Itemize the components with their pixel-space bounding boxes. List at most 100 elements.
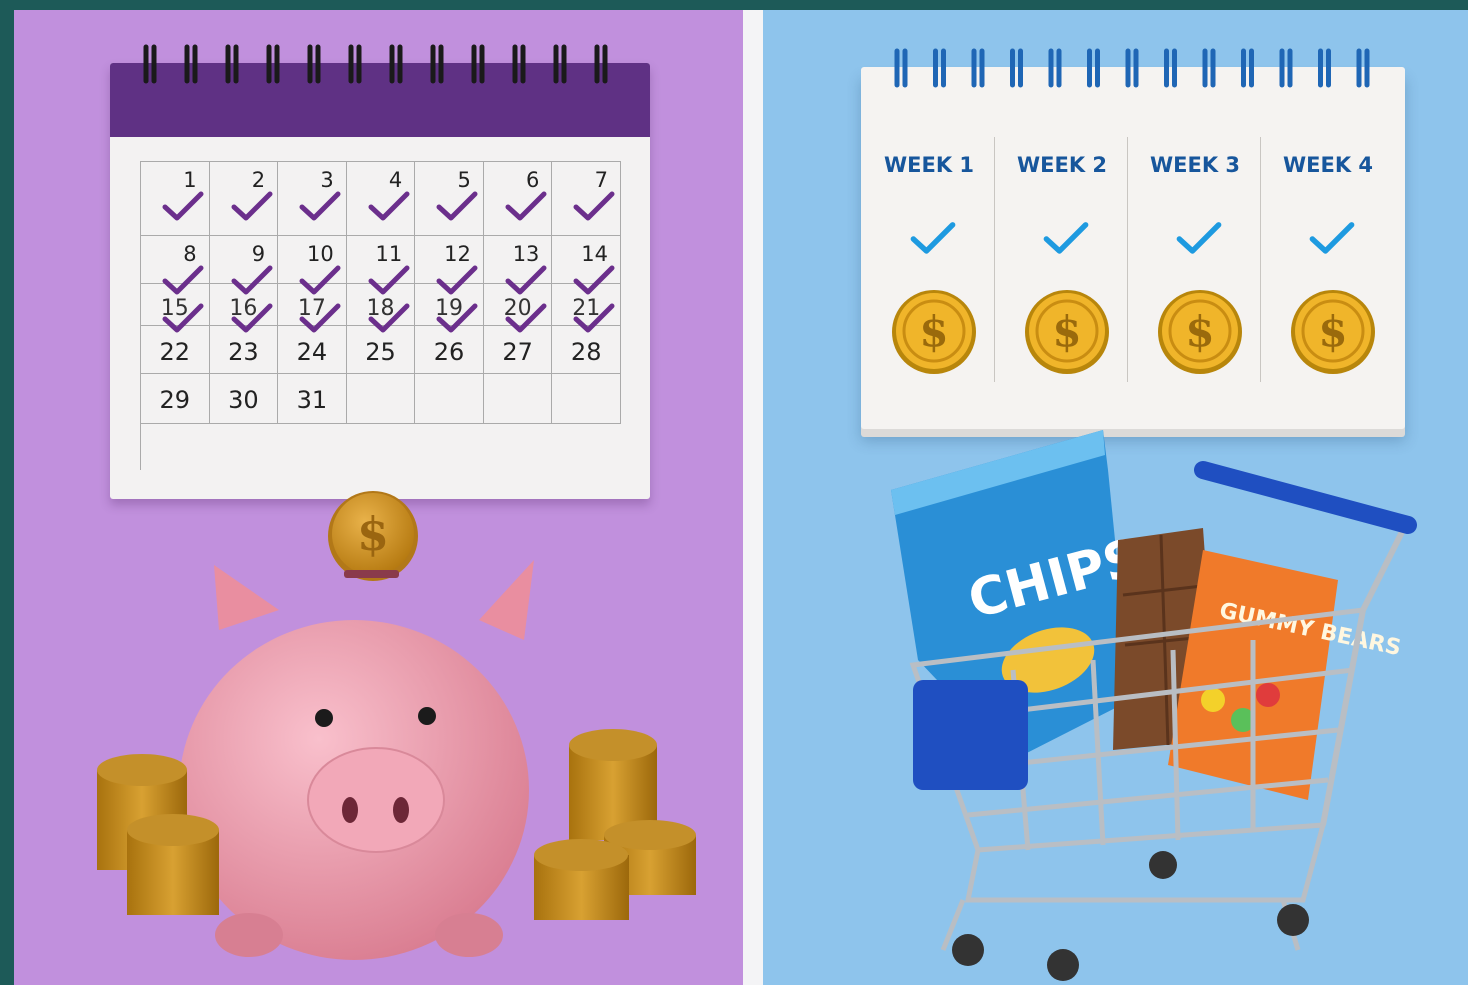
calendar-day: 12 xyxy=(415,236,484,295)
check-icon xyxy=(505,191,547,221)
day-number: 5 xyxy=(457,168,471,192)
calendar-day: 29 xyxy=(141,374,210,424)
coin-symbol: $ xyxy=(1052,307,1081,356)
coin-symbol: $ xyxy=(1318,307,1347,356)
day-number: 23 xyxy=(228,338,259,366)
day-number: 30 xyxy=(228,386,259,414)
column-divider xyxy=(994,137,995,382)
day-number: 22 xyxy=(159,338,191,366)
calendar-day: 23 xyxy=(209,326,279,374)
week-column: WEEK 1 $ xyxy=(863,139,995,379)
column-divider xyxy=(1127,137,1128,382)
calendar-day: 9 xyxy=(209,236,279,295)
calendar-day: 24 xyxy=(278,326,347,374)
day-number: 29 xyxy=(159,386,191,414)
monthly-calendar: 1 2 3 4 5 6 7 8 9 10 11 12 13 14 15 16 17 18 19 20 21 22 23 24 2… xyxy=(110,44,650,499)
calendar-day xyxy=(346,374,416,424)
calendar-day: 14 xyxy=(552,236,621,295)
piggy-bank-scene: $ xyxy=(97,491,696,960)
calendar-day: 4 xyxy=(346,162,416,236)
calendar-day: 27 xyxy=(483,326,553,374)
calendar-day: 18 xyxy=(346,284,416,333)
spiral-binding xyxy=(894,48,1370,88)
coin-icon: $ xyxy=(892,290,976,374)
coin-icon: $ xyxy=(328,491,418,581)
day-number: 14 xyxy=(581,242,608,266)
coin-symbol: $ xyxy=(1185,307,1214,356)
calendar-day xyxy=(552,374,621,424)
calendar-day: 5 xyxy=(415,162,484,236)
calendar-day: 16 xyxy=(209,284,279,333)
calendar-day: 15 xyxy=(141,284,210,333)
calendar-day xyxy=(483,374,553,424)
check-icon xyxy=(1176,222,1222,254)
coin-symbol: $ xyxy=(919,307,948,356)
check-icon xyxy=(436,191,478,221)
calendar-day: 20 xyxy=(483,284,553,333)
spiral-binding xyxy=(143,44,608,84)
day-number: 2 xyxy=(251,168,266,192)
coin-symbol: $ xyxy=(357,507,389,561)
week-column: WEEK 3 $ xyxy=(1129,139,1261,379)
day-number: 8 xyxy=(183,242,197,266)
calendar-day: 21 xyxy=(552,284,621,333)
check-icon xyxy=(910,222,956,254)
calendar-day: 26 xyxy=(415,326,484,374)
check-icon xyxy=(573,191,615,221)
day-number: 11 xyxy=(375,242,403,266)
calendar-day: 28 xyxy=(552,326,621,374)
day-number: 12 xyxy=(444,242,471,266)
coin-icon: $ xyxy=(1291,290,1375,374)
calendar-day xyxy=(415,374,484,424)
calendar-day: 25 xyxy=(346,326,416,374)
day-number: 7 xyxy=(594,168,608,192)
coin-icon: $ xyxy=(1158,290,1242,374)
calendar-day: 1 xyxy=(141,162,210,236)
calendar-day: 30 xyxy=(209,374,279,424)
day-number: 31 xyxy=(296,386,328,414)
calendar-day: 17 xyxy=(278,284,347,333)
check-icon xyxy=(162,191,204,221)
coin-icon: $ xyxy=(1025,290,1109,374)
calendar-day: 31 xyxy=(278,374,347,424)
check-icon xyxy=(299,191,341,221)
week-column: WEEK 4 $ xyxy=(1262,139,1394,379)
day-number: 26 xyxy=(433,338,465,366)
calendar-day: 7 xyxy=(552,162,621,236)
day-number: 1 xyxy=(183,168,197,192)
calendar-day: 22 xyxy=(141,326,210,374)
day-number: 9 xyxy=(251,242,266,266)
check-icon xyxy=(368,191,410,221)
coin-stack-right xyxy=(534,729,696,920)
day-number: 25 xyxy=(365,338,396,366)
calendar-day: 6 xyxy=(483,162,553,236)
weekly-calendar: WEEK 1 $ WEEK 2 $ WEEK 3 $ WEEK 4 $ xyxy=(861,48,1405,429)
calendar-day: 3 xyxy=(278,162,347,236)
left-panel: 1 2 3 4 5 6 7 8 9 10 11 12 13 14 15 16 17 18 19 20 21 22 23 24 2… xyxy=(14,10,743,985)
cart-handle xyxy=(1194,461,1417,534)
calendar-day: 10 xyxy=(278,236,347,295)
day-number: 28 xyxy=(570,338,602,366)
shopping-cart-scene: CHIPS GUMMY BEARS xyxy=(891,430,1417,981)
week-label: WEEK 1 xyxy=(883,153,975,177)
calendar-day: 19 xyxy=(415,284,484,333)
day-number: 13 xyxy=(512,242,540,266)
piggy-bank-icon xyxy=(179,560,534,960)
check-icon xyxy=(1043,222,1089,254)
week-column: WEEK 2 $ xyxy=(996,139,1128,379)
calendar-day: 13 xyxy=(483,236,553,295)
calendar-day: 11 xyxy=(346,236,416,295)
week-label: WEEK 2 xyxy=(1016,153,1108,177)
right-panel: WEEK 1 $ WEEK 2 $ WEEK 3 $ WEEK 4 $ CHIPS GUMMY… xyxy=(763,10,1468,985)
panel-divider xyxy=(743,10,763,985)
check-icon xyxy=(231,191,273,221)
week-label: WEEK 3 xyxy=(1149,153,1241,177)
calendar-day: 8 xyxy=(141,236,210,295)
week-label: WEEK 4 xyxy=(1282,153,1374,177)
check-icon xyxy=(1309,222,1355,254)
calendar-day: 2 xyxy=(209,162,279,236)
calendar-grid: 1 2 3 4 5 6 7 8 9 10 11 12 13 14 15 16 17 18 19 20 21 22 23 24 2… xyxy=(140,161,621,470)
column-divider xyxy=(1260,137,1261,382)
cart-front-panel xyxy=(913,680,1028,790)
day-number: 10 xyxy=(306,242,334,266)
